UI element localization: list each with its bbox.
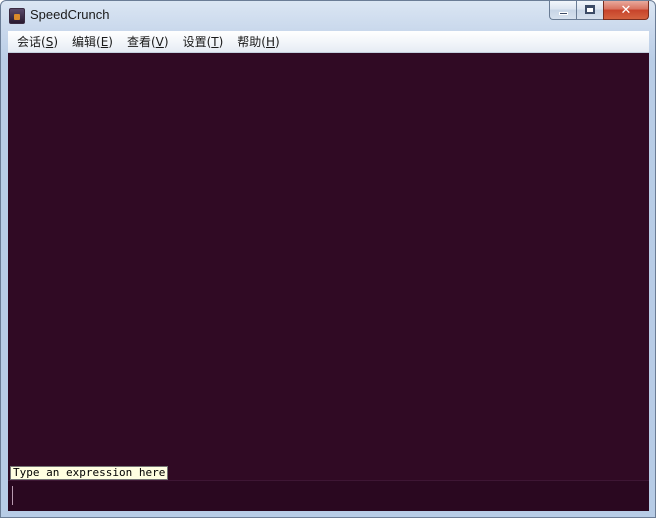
text-caret: [12, 486, 13, 505]
app-window: SpeedCrunch ✕ 会话(S) 编辑(E) 查看(V) 设置(T) 帮助…: [0, 0, 656, 518]
minimize-button[interactable]: [549, 1, 576, 20]
expression-hint-tooltip: Type an expression here: [10, 466, 169, 480]
menu-view[interactable]: 查看(V): [120, 32, 176, 52]
close-icon: ✕: [620, 3, 632, 18]
close-button[interactable]: ✕: [603, 1, 649, 20]
window-title: SpeedCrunch: [30, 7, 110, 22]
menu-settings[interactable]: 设置(T): [176, 32, 231, 52]
menu-bar: 会话(S) 编辑(E) 查看(V) 设置(T) 帮助(H): [8, 31, 649, 53]
speedcrunch-app-icon[interactable]: [9, 8, 25, 24]
menu-edit[interactable]: 编辑(E): [65, 32, 120, 52]
menu-session[interactable]: 会话(S): [10, 32, 65, 52]
minimize-icon: [559, 12, 568, 15]
window-controls: ✕: [549, 1, 649, 21]
maximize-icon: [585, 5, 595, 14]
results-display[interactable]: [8, 53, 649, 480]
title-bar[interactable]: SpeedCrunch ✕: [1, 1, 655, 31]
menu-help[interactable]: 帮助(H): [230, 32, 286, 52]
expression-input[interactable]: [8, 480, 649, 511]
maximize-button[interactable]: [576, 1, 603, 20]
